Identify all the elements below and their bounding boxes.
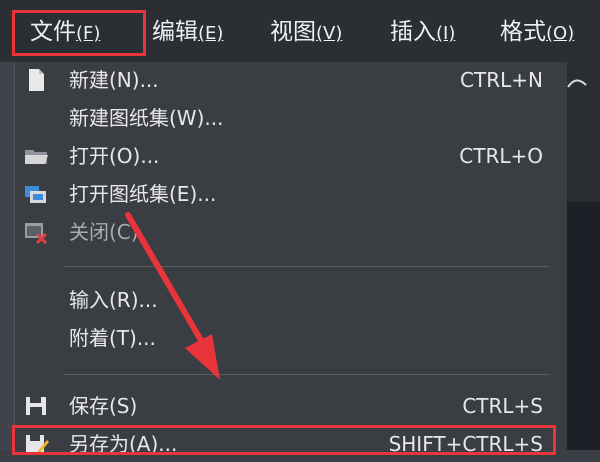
open-sheetset-icon: [23, 182, 49, 206]
menu-item-save-label: 保存(S): [69, 394, 138, 418]
menu-insert-key: (I): [436, 23, 456, 44]
menu-item-open-label: 打开(O)...: [69, 144, 160, 168]
menu-item-attach-label: 附着(T)...: [69, 326, 156, 350]
menu-format-key: (O): [546, 23, 575, 44]
drawing-canvas: [566, 202, 600, 450]
new-file-icon: [23, 68, 49, 92]
curve-icon: [566, 74, 588, 88]
menu-item-open-shortcut: CTRL+O: [459, 144, 543, 168]
menu-format[interactable]: 格式(O): [500, 12, 574, 52]
menu-item-attach[interactable]: 附着(T)...: [15, 320, 567, 356]
open-folder-icon: [23, 144, 49, 168]
menu-item-new[interactable]: 新建(N)... CTRL+N: [15, 62, 567, 98]
file-dropdown-menu: 新建(N)... CTRL+N 新建图纸集(W)... 打开(O)... CTR…: [14, 62, 567, 456]
menu-item-new-sheetset-label: 新建图纸集(W)...: [69, 106, 224, 130]
save-icon: [23, 394, 49, 418]
menu-insert[interactable]: 插入(I): [390, 12, 455, 52]
menu-edit-key: (E): [198, 23, 224, 44]
menu-item-new-sheetset[interactable]: 新建图纸集(W)...: [15, 100, 567, 136]
close-drawing-icon: [23, 220, 49, 245]
menu-view-key: (V): [316, 23, 343, 44]
menu-view-label: 视图: [270, 19, 316, 45]
menu-item-import-label: 输入(R)...: [69, 288, 158, 312]
menu-separator: [63, 266, 549, 267]
save-as-highlight-box: [12, 425, 556, 455]
menu-format-label: 格式: [500, 19, 546, 45]
menu-item-save[interactable]: 保存(S) CTRL+S: [15, 388, 567, 424]
menu-item-new-shortcut: CTRL+N: [460, 68, 543, 92]
menu-item-close[interactable]: 关闭(C): [15, 214, 567, 250]
menu-item-open-sheetset[interactable]: 打开图纸集(E)...: [15, 176, 567, 212]
menu-item-new-label: 新建(N)...: [69, 68, 159, 92]
menu-insert-label: 插入: [390, 19, 436, 45]
file-menu-highlight-box: [12, 10, 146, 56]
left-background: [0, 62, 14, 450]
menu-item-open-sheetset-label: 打开图纸集(E)...: [69, 182, 217, 206]
menu-item-save-shortcut: CTRL+S: [462, 394, 543, 418]
menu-edit-label: 编辑: [152, 19, 198, 45]
drawing-area-background: [566, 62, 600, 450]
menu-item-open[interactable]: 打开(O)... CTRL+O: [15, 138, 567, 174]
menu-separator: [63, 374, 549, 375]
menu-item-close-label: 关闭(C): [69, 220, 139, 244]
menu-view[interactable]: 视图(V): [270, 12, 342, 52]
menu-item-import[interactable]: 输入(R)...: [15, 282, 567, 318]
menu-edit[interactable]: 编辑(E): [152, 12, 223, 52]
